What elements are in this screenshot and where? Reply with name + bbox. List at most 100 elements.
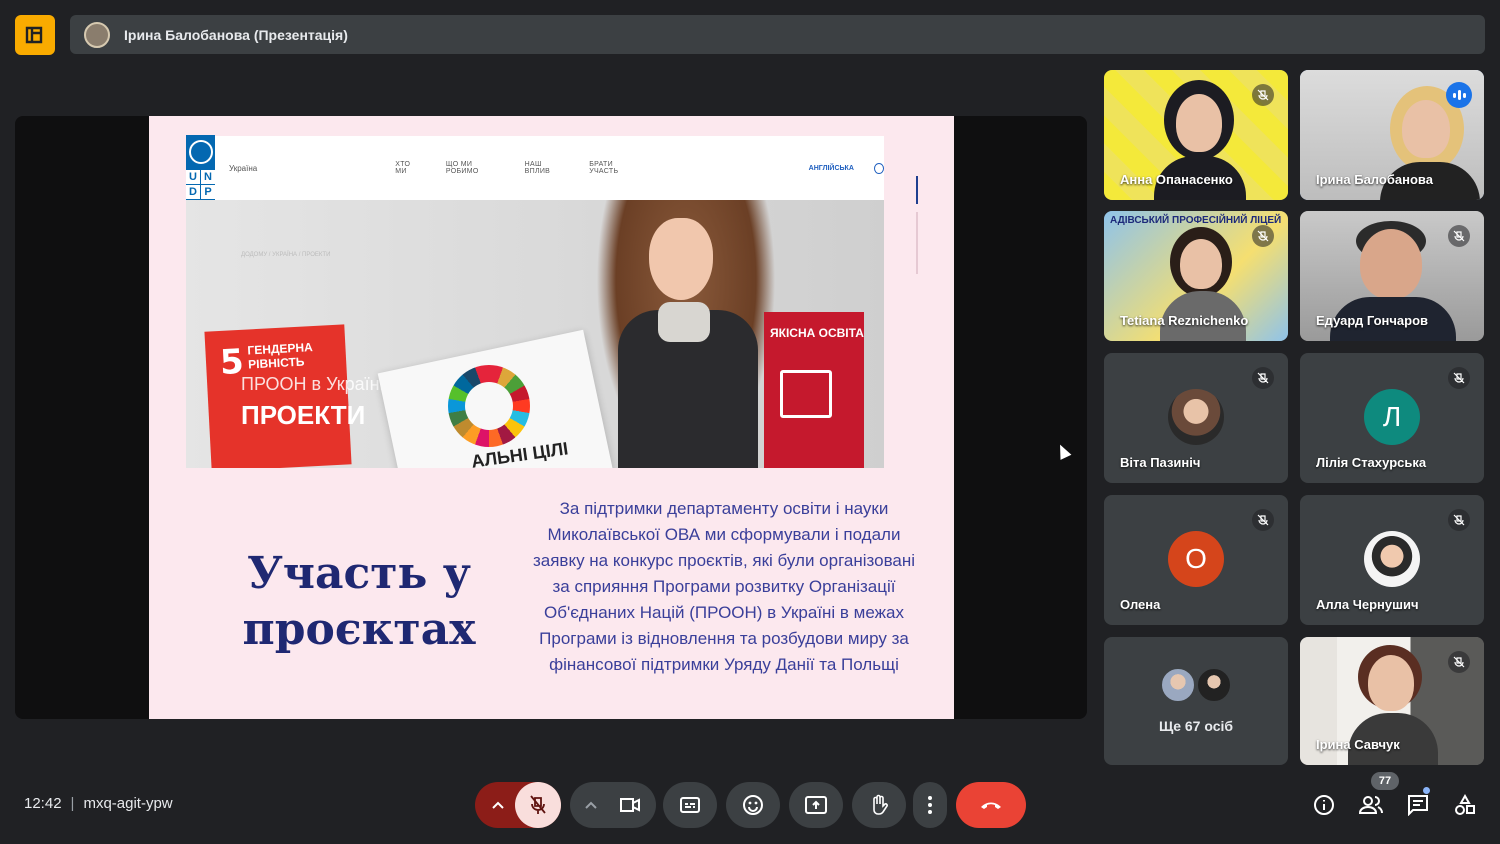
participant-name: Олена (1120, 597, 1161, 612)
site-menu-item: ХТО МИ (395, 161, 411, 175)
presentation-bar: Ірина Балобанова (Презентація) (70, 15, 1485, 54)
book-icon (780, 370, 832, 418)
more-options-button[interactable] (913, 782, 947, 828)
sdg-cube-education: ЯКІСНА ОСВІТА (764, 312, 864, 468)
reactions-button[interactable] (726, 782, 780, 828)
people-button[interactable] (1358, 792, 1384, 818)
participant-tile[interactable]: Едуард Гончаров (1300, 211, 1484, 341)
raise-hand-icon (873, 794, 888, 815)
hero-overlay-line1: ПРООН в Україні (241, 374, 384, 394)
sdg-cube-text: ЯКІСНА ОСВІТА (770, 326, 864, 340)
chevron-up-icon (492, 801, 504, 809)
mic-off-icon (1252, 509, 1274, 531)
more-participants-label: Ще 67 осіб (1158, 718, 1234, 734)
person-face (649, 218, 713, 300)
clock: 12:42 (24, 795, 62, 812)
participant-name: Едуард Гончаров (1316, 313, 1429, 328)
participant-name: Віта Пазиніч (1120, 455, 1201, 470)
person-collar (658, 302, 710, 342)
end-call-button[interactable] (956, 782, 1026, 828)
meet-logo-icon[interactable] (15, 15, 55, 55)
participant-tile[interactable]: О Олена (1104, 495, 1288, 625)
site-menu: ХТО МИ ЩО МИ РОБИМО НАШ ВПЛИВ БРАТИ УЧАС… (395, 161, 636, 175)
meeting-details-button[interactable] (1311, 792, 1337, 818)
site-language: АНГЛІЙСЬКА (808, 164, 854, 172)
site-country: Україна (229, 163, 258, 173)
captions-button[interactable] (663, 782, 717, 828)
people-icon (1359, 796, 1383, 814)
end-call-icon (981, 802, 1001, 809)
more-participants-tile[interactable]: Ще 67 осіб (1104, 637, 1288, 765)
site-menu-item: ЩО МИ РОБИМО (445, 161, 479, 175)
participant-avatar (1364, 531, 1420, 587)
participant-avatar (1196, 667, 1232, 703)
present-icon (805, 796, 827, 814)
un-emblem-icon (188, 140, 213, 164)
hero-overlay-line2: ПРОЕКТИ (241, 400, 366, 430)
participant-name: Ірина Балобанова (1316, 172, 1433, 187)
mic-off-icon (1448, 367, 1470, 389)
participant-tile[interactable]: Ірина Савчук (1300, 637, 1484, 765)
globe-icon (873, 162, 884, 174)
more-vert-icon (928, 796, 932, 814)
mic-off-icon (1448, 651, 1470, 673)
participant-tile[interactable]: Віта Пазиніч (1104, 353, 1288, 483)
separator: | (70, 795, 75, 812)
mic-off-icon (1252, 367, 1274, 389)
slide-scrollbar (916, 176, 918, 204)
participant-name: Ірина Савчук (1316, 737, 1400, 752)
sdg-cube-gender: 5 ГЕНДЕРНА РІВНІСТЬ (204, 324, 352, 468)
speaking-indicator-icon (1446, 82, 1472, 108)
mic-off-icon (1448, 509, 1470, 531)
participant-name: Алла Чернушич (1316, 597, 1419, 612)
participant-tile[interactable]: Анна Опанасенко (1104, 70, 1288, 200)
site-hero-photo: ДОДОМУ / УКРАЇНА / ПРОЕКТИ 5 ГЕНДЕРНА РІ… (186, 200, 884, 468)
camera-icon (620, 798, 640, 812)
participant-tile[interactable]: Л Лілія Стахурська (1300, 353, 1484, 483)
sdg-cube-text: ГЕНДЕРНА РІВНІСТЬ (247, 340, 314, 372)
presenter-title: Ірина Балобанова (Презентація) (124, 26, 348, 43)
mic-off-icon (1252, 225, 1274, 247)
mic-off-icon (1252, 84, 1274, 106)
mic-off-icon (530, 795, 546, 814)
camera-control-group[interactable] (570, 782, 656, 828)
participant-tile[interactable]: АДІВСЬКИЙ ПРОФЕСІЙНИЙ ЛІЦЕЙ Tetiana Rezn… (1104, 211, 1288, 341)
presenter-avatar (84, 21, 110, 48)
site-menu-item: НАШ ВПЛИВ (524, 161, 551, 175)
presentation-slide: UNDP Україна ХТО МИ ЩО МИ РОБИМО НАШ ВПЛ… (149, 116, 954, 719)
slide-heading: Участь у проєктах (242, 548, 476, 655)
sdg-wheel-icon (448, 365, 530, 447)
site-breadcrumb: ДОДОМУ / УКРАЇНА / ПРОЕКТИ (241, 252, 331, 258)
participant-name: Анна Опанасенко (1120, 172, 1233, 187)
present-button[interactable] (789, 782, 843, 828)
mic-toggle-button[interactable] (515, 782, 561, 828)
chevron-up-icon (585, 801, 597, 809)
participant-name: Tetiana Reznichenko (1120, 313, 1249, 328)
mic-off-icon (1448, 225, 1470, 247)
undp-website-screenshot: UNDP Україна ХТО МИ ЩО МИ РОБИМО НАШ ВПЛ… (186, 135, 884, 468)
mic-options-button[interactable] (480, 782, 516, 828)
participant-avatar (1160, 667, 1196, 703)
chat-button[interactable] (1405, 792, 1431, 818)
participant-tile-active-speaker[interactable]: Ірина Балобанова (1300, 70, 1484, 200)
undp-logo: UNDP (186, 135, 215, 201)
site-nav: UNDP Україна ХТО МИ ЩО МИ РОБИМО НАШ ВПЛ… (186, 135, 884, 201)
banner-text: АДІВСЬКИЙ ПРОФЕСІЙНИЙ ЛІЦЕЙ (1110, 215, 1282, 226)
site-menu-item: БРАТИ УЧАСТЬ (589, 161, 619, 175)
participant-avatar (1168, 389, 1224, 445)
meeting-info: 12:42 | mxq-agit-ypw (24, 795, 173, 812)
participant-name: Лілія Стахурська (1316, 455, 1427, 470)
slide-scrollbar-track (916, 212, 918, 274)
emoji-icon (743, 795, 763, 815)
participant-initial: Л (1364, 389, 1420, 445)
raise-hand-button[interactable] (852, 782, 906, 828)
participants-count-badge: 77 (1371, 772, 1399, 790)
participant-tile[interactable]: Алла Чернушич (1300, 495, 1484, 625)
participant-initial: О (1168, 531, 1224, 587)
slide-body-text: За підтримки департаменту освіти і науки… (532, 499, 916, 674)
chat-icon (1408, 795, 1428, 816)
meeting-code: mxq-agit-ypw (83, 795, 173, 812)
activities-button[interactable] (1452, 792, 1478, 818)
captions-icon (680, 797, 700, 813)
activities-icon (1455, 794, 1475, 815)
